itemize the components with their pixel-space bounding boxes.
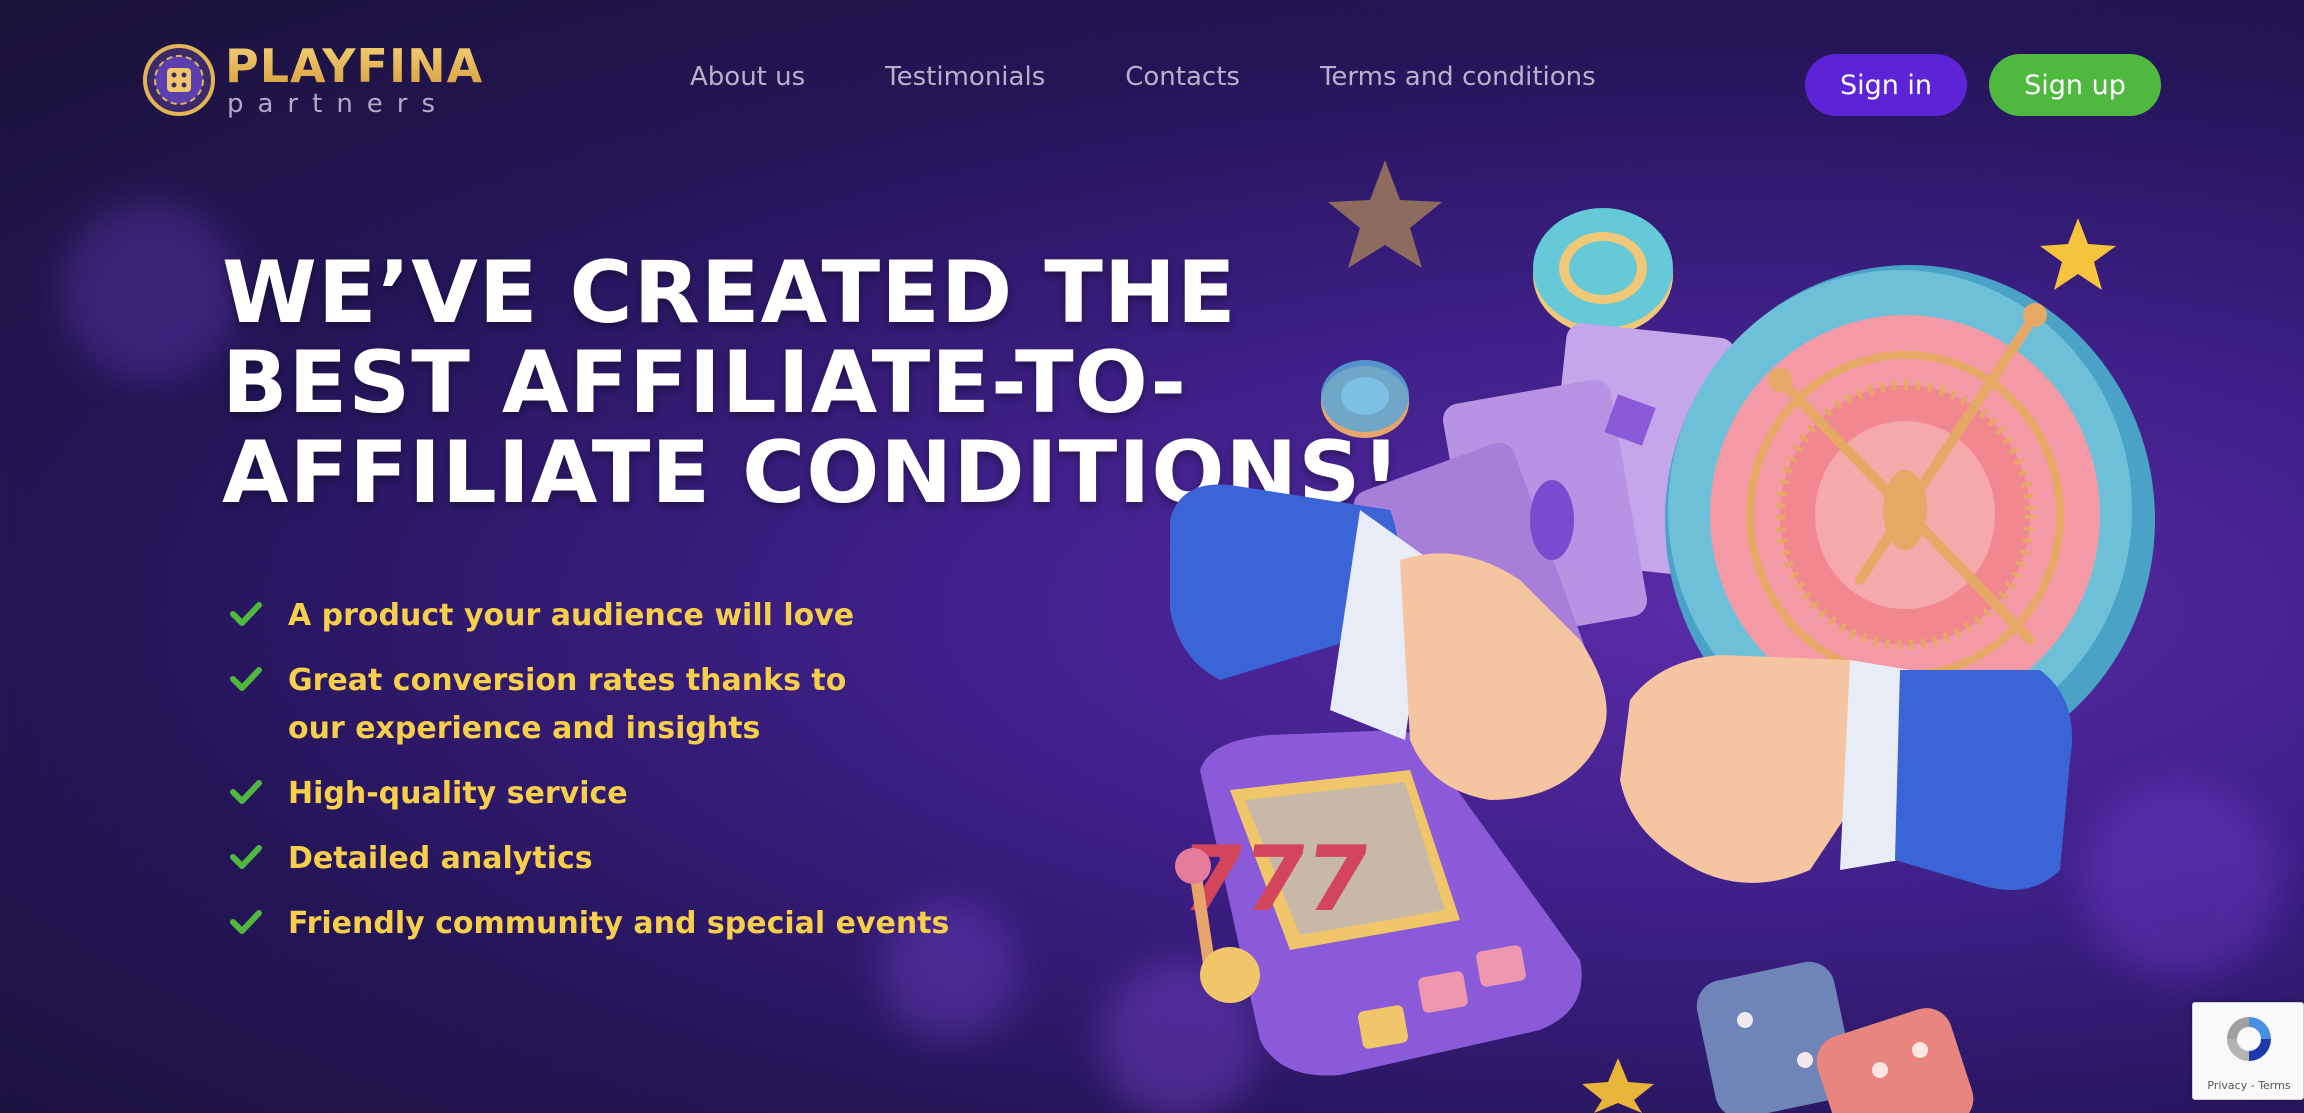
feature-text: Detailed analytics [288,841,593,876]
dice-icon [1696,961,1974,1113]
main-nav: About us Testimonials Contacts Terms and… [690,62,1676,92]
check-icon [230,780,262,804]
feature-text: Great conversion rates thanks to our exp… [288,663,847,746]
recaptcha-icon [2227,1017,2271,1061]
recaptcha-links: Privacy - Terms [2193,1079,2304,1092]
nav-about-us[interactable]: About us [690,62,805,92]
feature-item: Friendly community and special events [228,900,988,948]
background-bokeh [60,200,240,380]
sign-up-button[interactable]: Sign up [1989,54,2161,116]
hero-illustration: 777 [1170,160,2155,1113]
brand-tagline: partners [227,89,450,119]
feature-item: Detailed analytics [228,835,988,883]
nav-contacts[interactable]: Contacts [1125,62,1240,92]
nav-testimonials[interactable]: Testimonials [885,62,1045,92]
check-icon [230,845,262,869]
star-icon [1582,1058,1654,1113]
dice-chip-icon [143,44,215,116]
recaptcha-privacy-link[interactable]: Privacy [2207,1079,2247,1092]
recaptcha-terms-link[interactable]: Terms [2258,1079,2290,1092]
check-icon [230,910,262,934]
recaptcha-badge[interactable]: Privacy - Terms [2192,1002,2304,1100]
casino-chip-icon [1533,208,1673,335]
check-icon [230,602,262,626]
feature-text: Friendly community and special events [288,906,950,941]
recaptcha-separator: - [2247,1079,2259,1092]
feature-text: High-quality service [288,776,628,811]
casino-chip-icon [1321,360,1409,438]
feature-list: A product your audience will love Great … [228,592,988,965]
nav-terms[interactable]: Terms and conditions [1320,62,1596,92]
brand-logo[interactable]: PLAYFINA partners [143,40,482,120]
feature-item: Great conversion rates thanks to our exp… [228,657,988,753]
sign-in-button[interactable]: Sign in [1805,54,1967,116]
star-icon [1328,160,1442,268]
feature-item: High-quality service [228,770,988,818]
brand-name: PLAYFINA [225,39,484,93]
check-icon [230,667,262,691]
feature-text: A product your audience will love [288,598,855,633]
star-icon [2040,218,2116,290]
feature-item: A product your audience will love [228,592,988,640]
